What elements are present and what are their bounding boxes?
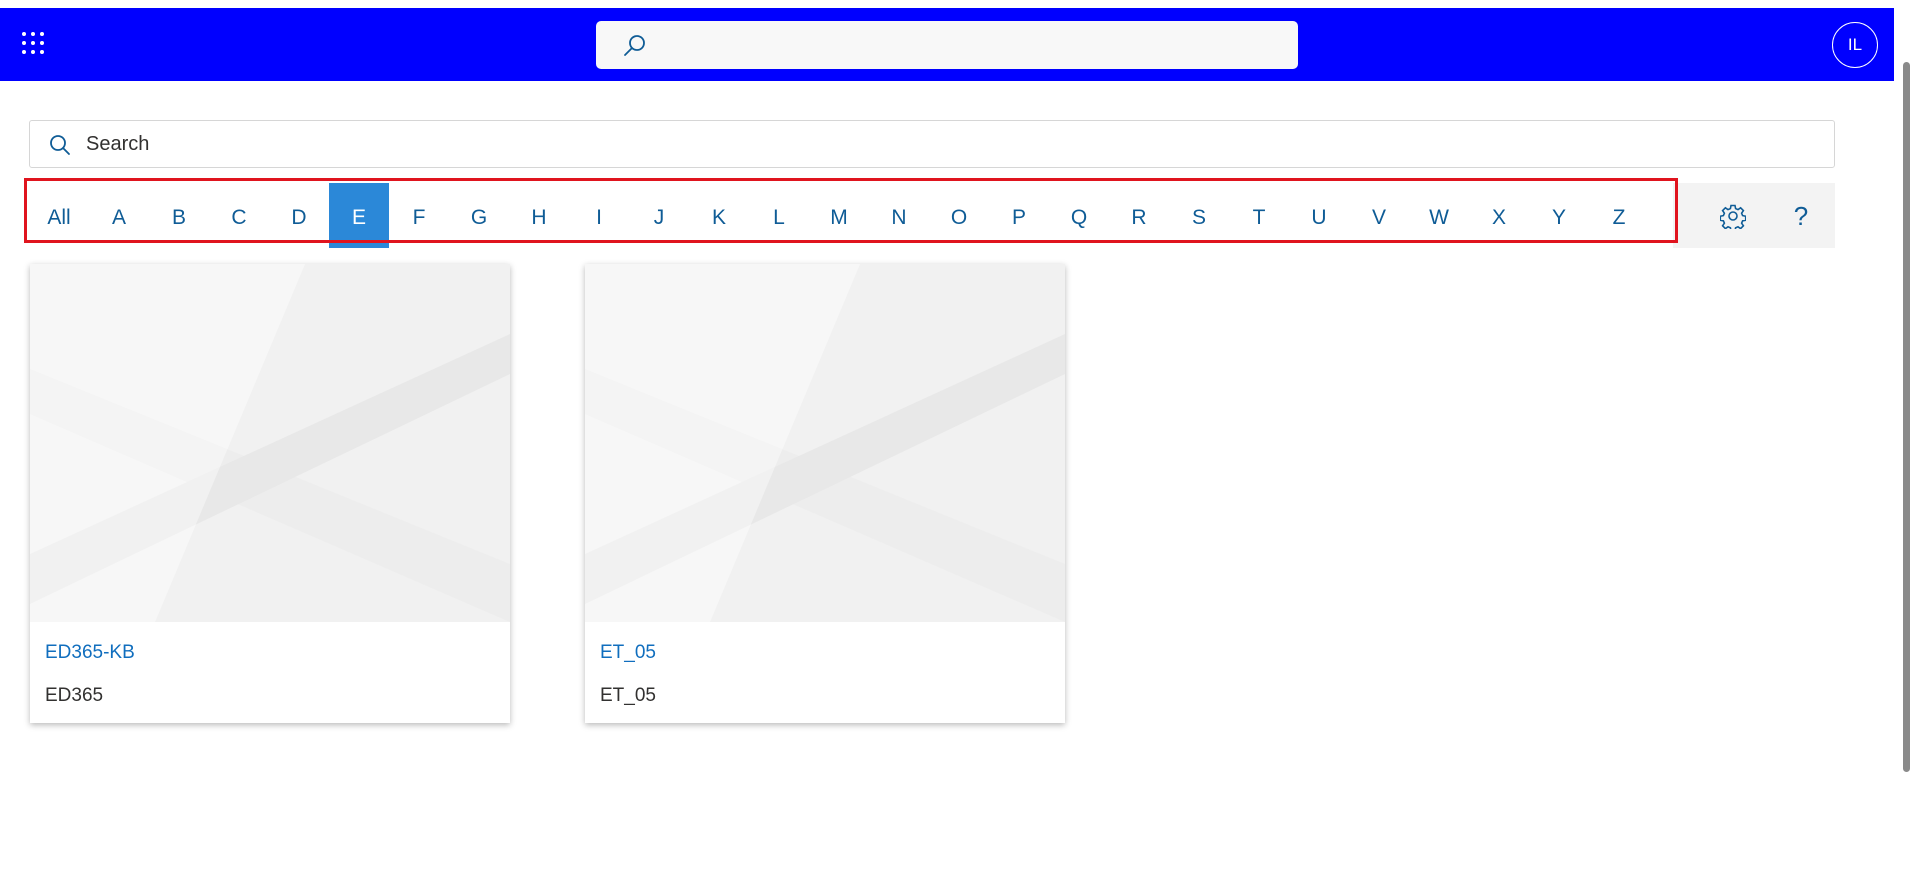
letter-filter-l[interactable]: L — [749, 183, 809, 248]
letter-filter-f[interactable]: F — [389, 183, 449, 248]
help-icon: ? — [1793, 200, 1809, 231]
letter-filter-n[interactable]: N — [869, 183, 929, 248]
search-icon — [624, 35, 645, 56]
app-header: IL — [0, 8, 1894, 81]
search-input[interactable] — [84, 129, 1784, 159]
letter-filter-u[interactable]: U — [1289, 183, 1349, 248]
letter-filter-t[interactable]: T — [1229, 183, 1289, 248]
card-subtitle: ED365 — [45, 685, 104, 706]
letter-filter-x[interactable]: X — [1469, 183, 1529, 248]
card-placeholder-image — [585, 264, 1065, 622]
alphabet-filter-bar: All A B C D E F G H I J K L M N O P Q R S T U V W X Y Z ? — [29, 183, 1835, 248]
letter-filter-g[interactable]: G — [449, 183, 509, 248]
scrollbar-thumb[interactable] — [1903, 62, 1910, 772]
letter-filter-h[interactable]: H — [509, 183, 569, 248]
search-icon — [50, 135, 70, 155]
letter-filter-y[interactable]: Y — [1529, 183, 1589, 248]
letter-filter-c[interactable]: C — [209, 183, 269, 248]
letter-filter-w[interactable]: W — [1409, 183, 1469, 248]
letter-filter-b[interactable]: B — [149, 183, 209, 248]
card-title[interactable]: ET_05 — [600, 642, 656, 664]
help-button[interactable]: ? — [1778, 193, 1824, 239]
letter-filter-s[interactable]: S — [1169, 183, 1229, 248]
letter-filter-a[interactable]: A — [89, 183, 149, 248]
letter-filter-v[interactable]: V — [1349, 183, 1409, 248]
card-thumbnail — [30, 264, 510, 622]
search-box[interactable] — [29, 120, 1835, 168]
knowledge-base-card[interactable]: ED365-KB ED365 — [30, 264, 510, 723]
alphabet-letters: All A B C D E F G H I J K L M N O P Q R S T U V W X Y Z — [29, 183, 1673, 248]
card-thumbnail — [585, 264, 1065, 622]
letter-filter-r[interactable]: R — [1109, 183, 1169, 248]
letter-filter-i[interactable]: I — [569, 183, 629, 248]
card-placeholder-image — [30, 264, 510, 622]
global-search-box[interactable] — [596, 21, 1298, 69]
letter-filter-z[interactable]: Z — [1589, 183, 1649, 248]
user-initials: IL — [1847, 35, 1863, 54]
letter-filter-k[interactable]: K — [689, 183, 749, 248]
letter-filter-j[interactable]: J — [629, 183, 689, 248]
letter-filter-m[interactable]: M — [809, 183, 869, 248]
user-avatar[interactable]: IL — [1832, 22, 1878, 68]
letter-filter-p[interactable]: P — [989, 183, 1049, 248]
card-title[interactable]: ED365-KB — [45, 642, 135, 664]
card-subtitle: ET_05 — [600, 685, 656, 706]
settings-button[interactable] — [1710, 193, 1756, 239]
waffle-icon[interactable] — [22, 32, 48, 58]
letter-filter-e[interactable]: E — [329, 183, 389, 248]
letter-filter-q[interactable]: Q — [1049, 183, 1109, 248]
knowledge-base-card[interactable]: ET_05 ET_05 — [585, 264, 1065, 723]
letter-filter-d[interactable]: D — [269, 183, 329, 248]
gear-icon — [1720, 204, 1746, 229]
letter-filter-o[interactable]: O — [929, 183, 989, 248]
letter-filter-all[interactable]: All — [29, 183, 89, 248]
